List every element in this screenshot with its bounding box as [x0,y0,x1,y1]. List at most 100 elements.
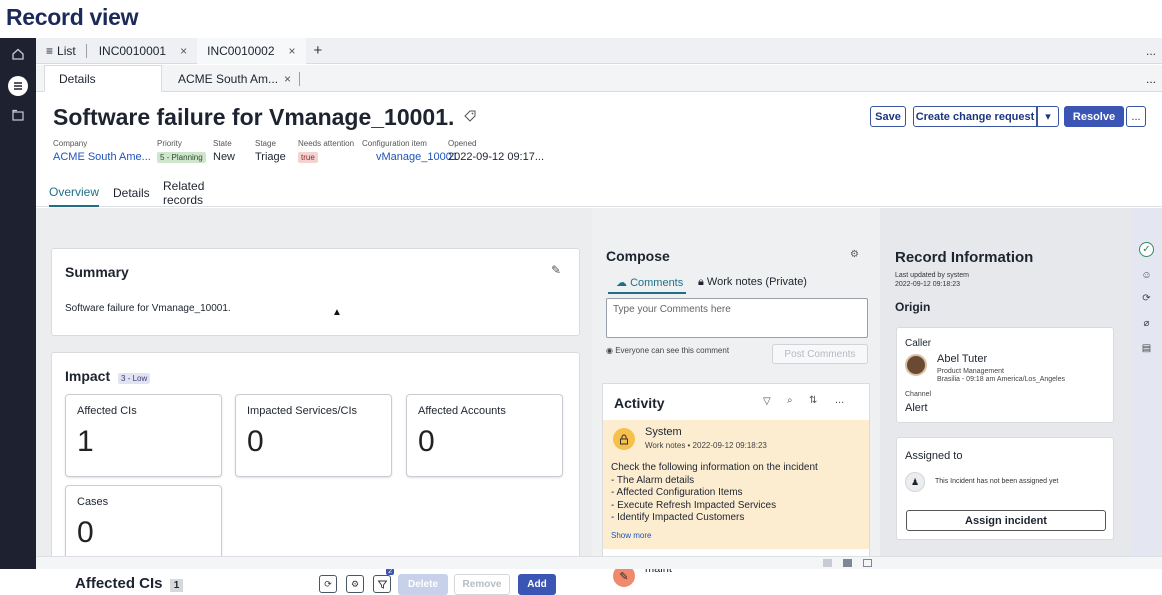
tab-details[interactable]: Details [113,179,150,207]
tab-related-records[interactable]: Related records [163,179,204,207]
compose-tab-worknotes[interactable]: 🔒︎ Work notes (Private) [698,276,807,289]
tabbar-more-button[interactable]: ... [1146,44,1156,58]
save-button[interactable]: Save [870,106,906,127]
close-icon[interactable]: × [289,44,296,58]
header-more-button[interactable]: ... [1126,106,1146,127]
list-nav-icon[interactable] [8,76,28,96]
activity-line: - The Alarm details [611,474,695,486]
compose-settings-icon[interactable]: ⚙ [850,249,859,260]
metric-label: Cases [77,496,109,508]
activity-subtitle: Work notes • 2022-09-12 09:18:23 [645,441,767,450]
field-state: State New [213,139,235,163]
layout-icon[interactable] [863,559,872,567]
add-tab-button[interactable]: + [306,42,331,59]
activity-filter-icon[interactable]: ▽ [763,396,771,407]
layout-icon[interactable] [843,559,852,567]
subtab-details[interactable]: Details [44,65,162,92]
close-icon[interactable]: × [284,72,291,86]
close-icon[interactable]: × [180,44,187,58]
activity-author: System [645,426,682,438]
attachment-icon[interactable]: ⌀ [1139,316,1154,331]
company-link[interactable]: ACME South Ame... [53,151,151,163]
impact-card: Impact 3 - Low Affected CIs 1 Impacted S… [51,352,580,595]
show-more-link[interactable]: Show more [611,531,651,540]
activity-sort-icon[interactable]: ⇅ [809,395,817,406]
stage-value: Triage [255,151,286,163]
field-label: Company [53,139,88,148]
assign-incident-button[interactable]: Assign incident [906,510,1106,531]
compose-tab-label: Comments [630,277,684,289]
tab-inc0010001[interactable]: INC0010001 × [87,38,197,64]
activity-more-button[interactable]: ... [835,394,844,406]
left-nav-rail [0,38,36,569]
metric-affected-accounts[interactable]: Affected Accounts 0 [406,394,563,477]
subtab-acme[interactable]: ACME South Am... × [164,65,314,92]
compose-tab-label: Work notes (Private) [706,276,807,288]
home-icon[interactable] [8,44,28,64]
tab-list[interactable]: ≡ List [36,38,86,64]
affected-cis-count: 1 [169,579,184,592]
record-info-title: Record Information [895,249,1034,266]
metric-impacted-services[interactable]: Impacted Services/CIs 0 [235,394,392,477]
resolve-button[interactable]: Resolve [1064,106,1124,127]
agent-icon[interactable]: ☺ [1139,268,1154,283]
document-icon[interactable]: ▤ [1139,341,1154,356]
edit-pencil-icon[interactable]: ✎ [551,263,561,277]
unassigned-user-icon: ♟ [905,472,925,492]
lock-icon: 🔒︎ [698,276,704,288]
assigned-card: Assigned to ♟ This Incident has not been… [896,437,1114,540]
visibility-text: Everyone can see this comment [615,346,730,355]
caller-location: Brasilia - 09:18 am America/Los_Angeles [937,376,1066,383]
channel-value: Alert [905,402,928,414]
tab-overview[interactable]: Overview [49,179,100,207]
inbox-icon[interactable] [8,106,28,126]
metric-value: 0 [418,425,435,458]
caller-department: Product Management [937,368,1004,375]
sync-icon[interactable]: ⟳ [1139,291,1154,306]
field-label: Stage [255,139,276,148]
tab-inc0010002[interactable]: INC0010002 × [197,37,306,64]
refresh-icon[interactable]: ⟳ [319,575,337,593]
priority-badge: 5 - Planning [157,152,206,163]
check-status-icon[interactable]: ✓ [1139,242,1154,257]
metric-label: Affected Accounts [418,405,506,417]
metric-cases[interactable]: Cases 0 [65,485,222,561]
summary-text: Software failure for Vmanage_10001. [65,303,231,314]
caller-name[interactable]: Abel Tuter [937,353,987,365]
record-title-text: Software failure for Vmanage_10001. [53,104,455,130]
settings-gear-icon[interactable]: ⚙ [346,575,364,593]
subtab-more-button[interactable]: ... [1146,72,1156,86]
activity-line: - Affected Configuration Items [611,487,743,498]
caller-avatar[interactable] [905,354,927,376]
subtab-label: Details [59,71,96,86]
filter-icon[interactable]: 2 [373,568,394,593]
remove-button[interactable]: Remove [454,574,510,595]
record-title: Software failure for Vmanage_10001. [53,104,476,131]
create-change-request-button[interactable]: Create change request [913,106,1037,127]
metric-value: 1 [77,425,94,458]
delete-button[interactable]: Delete [398,574,448,595]
field-label: Priority [157,139,182,148]
add-button[interactable]: Add [518,574,556,595]
tab-label: INC0010002 [207,43,275,58]
compose-title: Compose [606,248,670,264]
layout-icon[interactable] [823,559,832,567]
origin-title: Origin [895,300,931,314]
activity-entry-system: System Work notes • 2022-09-12 09:18:23 … [603,420,869,549]
create-change-dropdown-button[interactable]: ▾ [1037,106,1059,127]
activity-search-icon[interactable]: ⌕ [787,395,793,406]
tag-icon[interactable] [464,110,476,125]
comment-input[interactable]: Type your Comments here [606,298,868,338]
metric-affected-cis[interactable]: Affected CIs 1 [65,394,222,477]
field-label: Opened [448,139,477,148]
compose-column: Compose ⚙ ☁ Comments 🔒︎ Work notes (Priv… [592,208,880,587]
record-info-updated-by: Last updated by system [895,272,969,279]
post-comments-button[interactable]: Post Comments [772,344,868,364]
activity-line: Check the following information on the i… [611,462,818,473]
metric-label: Impacted Services/CIs [247,405,358,417]
ci-link[interactable]: vManage_10001 [362,151,458,163]
affected-cis-title-text: Affected CIs [75,575,163,592]
visibility-note: ◉ Everyone can see this comment [606,346,729,355]
field-configuration-item: Configuration item vManage_10001 [362,139,458,163]
compose-tab-comments[interactable]: ☁ Comments [616,276,683,289]
